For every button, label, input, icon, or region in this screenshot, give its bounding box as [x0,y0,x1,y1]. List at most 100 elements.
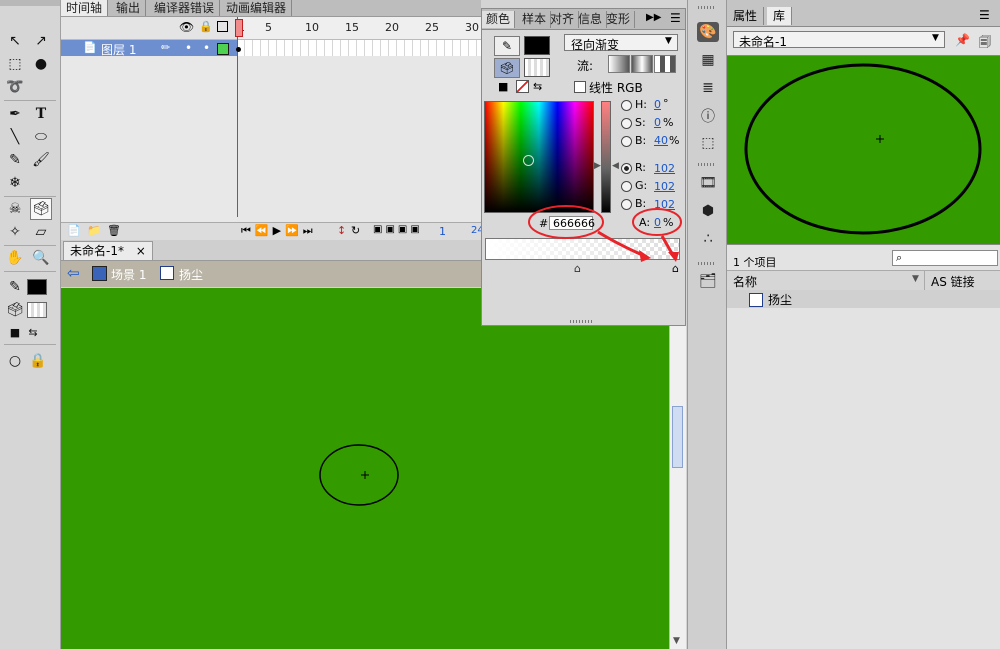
panel-menu-icon[interactable]: ☰ [670,11,681,25]
stroke-swatch[interactable] [524,36,550,55]
flow-repeat-button[interactable] [654,55,676,73]
subselection-tool-icon[interactable]: ↗ [30,30,52,52]
lock-icon[interactable]: 🔒 [199,20,213,33]
transform-panel-icon[interactable]: ⬚ [697,133,719,153]
motion-presets-icon[interactable]: 🎞 [697,173,719,193]
r-radio[interactable] [621,163,632,174]
line-tool-icon[interactable]: ╲ [4,126,26,148]
brush-tool-icon[interactable]: 🖌 [30,149,52,171]
layer-row[interactable]: 📄 图层 1 ✏ • • [61,40,237,57]
snap-icon[interactable]: 🔒 [27,350,49,372]
swap-colors-icon[interactable]: ⇆ [533,80,542,93]
strip-grip[interactable] [698,6,716,9]
playback-controls[interactable]: ⏮⏪▶⏩⏭ [241,224,317,238]
layer-outline-color[interactable] [217,43,229,55]
selection-tool-icon[interactable]: ↖ [4,30,26,52]
deco-tool-icon[interactable]: ❄ [4,172,26,194]
library-item-row[interactable]: 扬尘 [727,290,1000,308]
column-divider[interactable] [924,271,925,290]
bone-tool-icon[interactable]: ☠ [4,198,26,220]
library-search-input[interactable]: ⌕ [892,250,998,266]
column-linkage[interactable]: AS 链接 [931,273,975,290]
pin-icon[interactable]: 📌 [955,33,970,47]
tab-output[interactable]: 输出 [111,0,147,16]
free-transform-tool-icon[interactable]: ⬚ [4,53,26,75]
fill-color-swatch[interactable] [27,302,47,318]
black-white-icon[interactable]: ■ [498,80,508,93]
outline-icon[interactable] [217,21,228,32]
scroll-down-arrow[interactable]: ▼ [673,636,680,646]
color-picker-cursor[interactable] [523,155,534,166]
tab-transform[interactable]: 变形 [602,11,636,28]
new-folder-icon[interactable]: 📁 [87,224,101,237]
stroke-color-button[interactable]: ✎ [494,36,520,56]
close-icon[interactable]: × [136,244,146,258]
frames-area[interactable]: 1 5 10 15 20 25 30 [235,17,481,240]
tab-properties[interactable]: 属性 [727,7,765,25]
stroke-color-swatch[interactable] [27,279,47,295]
panel-expand-icon[interactable]: ▶▶ [646,12,661,23]
stage-vertical-scrollbar[interactable]: ▼ [669,288,686,649]
r-value[interactable]: 102 [654,162,675,175]
flow-extend-button[interactable] [608,55,630,73]
tab-compiler-errors[interactable]: 编译器错误 [149,0,221,16]
tab-color[interactable]: 颜色 [482,11,516,28]
slider-arrow-left[interactable]: ▶ [594,161,601,171]
strip-grip[interactable] [698,262,716,265]
loop-icon[interactable]: ↻ [351,224,360,237]
component-inspector-icon[interactable]: ∴ [697,229,719,249]
back-arrow-icon[interactable]: ⇦ [67,264,80,282]
lasso-tool-icon[interactable]: ➰ [4,76,26,98]
sort-chevron-icon[interactable]: ▼ [912,274,919,284]
keyframe-dot[interactable] [236,47,241,52]
b-radio[interactable] [621,136,632,147]
tab-timeline[interactable]: 时间轴 [61,0,109,16]
oval-tool-icon[interactable]: ⬭ [30,126,52,148]
align-panel-icon[interactable]: ≣ [697,78,719,98]
panel-menu-icon[interactable]: ☰ [979,8,990,22]
text-tool-icon[interactable]: T [30,103,52,125]
pen-tool-icon[interactable]: ✒ [4,103,26,125]
tab-library[interactable]: 库 [767,7,793,25]
h-value[interactable]: 0 [654,98,661,111]
delete-layer-icon[interactable]: 🗑 [107,224,121,237]
pencil-tool-icon[interactable]: ✎ [4,149,26,171]
components-icon[interactable]: ⬢ [697,201,719,221]
object-drawing-icon[interactable]: ○ [4,350,26,372]
library-document-select[interactable]: 未命名-1 ▼ [733,31,945,49]
info-panel-icon[interactable]: ⓘ [697,106,719,126]
playhead-handle[interactable] [235,19,243,37]
fill-type-select[interactable]: 径向渐变 ▼ [564,34,678,52]
strip-grip[interactable] [698,163,716,166]
new-library-icon[interactable]: 🗐 [979,33,991,54]
frame-ruler[interactable]: 1 5 10 15 20 25 30 [237,17,481,40]
h-radio[interactable] [621,100,632,111]
tab-motion-editor[interactable]: 动画编辑器 [221,0,293,16]
linear-rgb-checkbox[interactable] [574,81,586,93]
paint-bucket-tool-icon[interactable]: 🗳 [30,198,52,220]
project-panel-icon[interactable]: 🗂 [697,271,719,291]
b-value[interactable]: 40 [654,134,668,147]
swatches-panel-icon[interactable]: ▦ [697,50,719,70]
symbol-label[interactable]: 扬尘 [179,266,203,283]
frame-cells[interactable] [237,40,481,56]
3d-rotation-tool-icon[interactable]: ● [30,53,52,75]
scrollbar-thumb[interactable] [672,406,683,468]
onion-skin-icons[interactable]: ▣▣▣▣ [373,224,423,235]
zoom-tool-icon[interactable]: 🔍 [30,247,52,269]
library-preview[interactable] [727,55,1000,245]
layer-lock-dot[interactable]: • [203,41,210,55]
s-value[interactable]: 0 [654,116,661,129]
toolbox-grip[interactable] [0,0,60,6]
flow-reflect-button[interactable] [631,55,653,73]
scene-label[interactable]: 场景 1 [111,266,146,283]
center-frame-icon[interactable]: ↕ [337,224,346,237]
panel-resize-grip[interactable] [570,320,594,323]
s-radio[interactable] [621,118,632,129]
eraser-tool-icon[interactable]: ▱ [30,221,52,243]
column-name[interactable]: 名称 [733,273,757,290]
eyedropper-tool-icon[interactable]: ✧ [4,221,26,243]
layer-visible-dot[interactable]: • [185,41,192,55]
fill-color-button[interactable]: 🗳 [494,58,520,78]
slider-arrow-right[interactable]: ◀ [612,161,619,171]
